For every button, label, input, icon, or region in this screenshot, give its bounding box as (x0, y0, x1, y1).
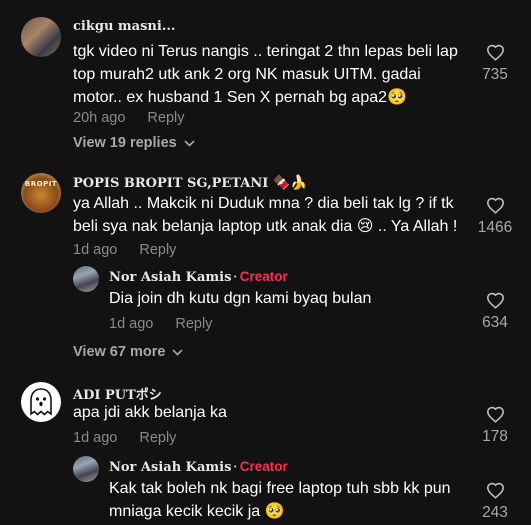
view-replies-button[interactable]: View 19 replies (73, 135, 195, 151)
like-count: 178 (482, 428, 508, 445)
heart-outline-icon (486, 406, 504, 423)
reply-text-line: Kak tak boleh nk bagi free laptop tuh sb… (109, 480, 451, 497)
comment-text-line: top murah2 utk ank 2 org NK masuk UITM. … (73, 66, 421, 83)
reply-time: 1d ago (109, 316, 154, 332)
comment-time: 1d ago (73, 430, 118, 446)
avatar[interactable] (21, 17, 61, 57)
reply-username[interactable]: Nor Asiah Kamis · Creator (109, 269, 288, 285)
comment-feed: cikgu masni... tgk video ni Terus nangis… (0, 0, 531, 525)
comment-text-line: tgk video ni Terus nangis .. teringat 2 … (73, 43, 458, 60)
comment-time: 20h ago (73, 110, 126, 126)
reply-button[interactable]: Reply (175, 316, 212, 332)
reply-text: Dia join dh kutu dgn kami byaq bulan (109, 290, 372, 307)
avatar[interactable] (73, 266, 99, 292)
reply-text-line: mniaga kecik kecik ja 🥺 (109, 503, 285, 520)
like-button[interactable]: 243 (465, 482, 525, 522)
reply-username[interactable]: Nor Asiah Kamis · Creator (109, 459, 288, 475)
reply-button[interactable]: Reply (147, 110, 184, 126)
reply-meta: 1d ago Reply (109, 316, 212, 332)
comment-text-line: ya Allah .. Makcik ni Duduk mna ? dia be… (73, 195, 454, 212)
like-count: 1466 (477, 219, 513, 236)
creator-badge: Creator (239, 269, 288, 284)
comment-meta: 1d ago Reply (73, 430, 176, 446)
like-button[interactable]: 1466 (465, 197, 525, 237)
heart-outline-icon (486, 44, 504, 61)
chevron-down-icon (172, 344, 184, 360)
username-emoji: 🍫🍌 (272, 175, 308, 191)
comment-text-line: beli sya nak belanja laptop utk anak dia… (73, 218, 458, 235)
comment-meta: 20h ago Reply (73, 110, 185, 126)
avatar[interactable] (73, 456, 99, 482)
like-button[interactable]: 735 (465, 44, 525, 84)
heart-outline-icon (486, 482, 504, 499)
avatar[interactable] (21, 382, 61, 422)
comment-text-line: motor.. ex husband 1 Sen X pernah bg apa… (73, 89, 407, 106)
view-replies-label: View 19 replies (73, 135, 177, 151)
comment-username[interactable]: POPIS BROPIT SG,PETANI 🍫🍌 (73, 175, 308, 191)
like-button[interactable]: 634 (465, 292, 525, 332)
like-count: 634 (482, 314, 508, 331)
ghost-icon (30, 388, 52, 416)
like-count: 735 (482, 66, 508, 83)
comment-meta: 1d ago Reply (73, 242, 176, 258)
avatar-logo-text: BROPIT (24, 180, 58, 188)
like-button[interactable]: 178 (465, 406, 525, 446)
heart-outline-icon (486, 292, 504, 309)
comment-text-line: apa jdi akk belanja ka (73, 404, 227, 421)
reply-button[interactable]: Reply (139, 430, 176, 446)
view-more-replies-button[interactable]: View 67 more (73, 344, 184, 360)
comment-username[interactable]: cikgu masni... (73, 19, 175, 34)
view-more-label: View 67 more (73, 344, 166, 360)
creator-badge: Creator (239, 459, 288, 474)
comment-time: 1d ago (73, 242, 118, 258)
reply-button[interactable]: Reply (139, 242, 176, 258)
heart-outline-icon (486, 197, 504, 214)
like-count: 243 (482, 504, 508, 521)
chevron-down-icon (184, 135, 195, 151)
avatar[interactable]: BROPIT (21, 173, 61, 213)
